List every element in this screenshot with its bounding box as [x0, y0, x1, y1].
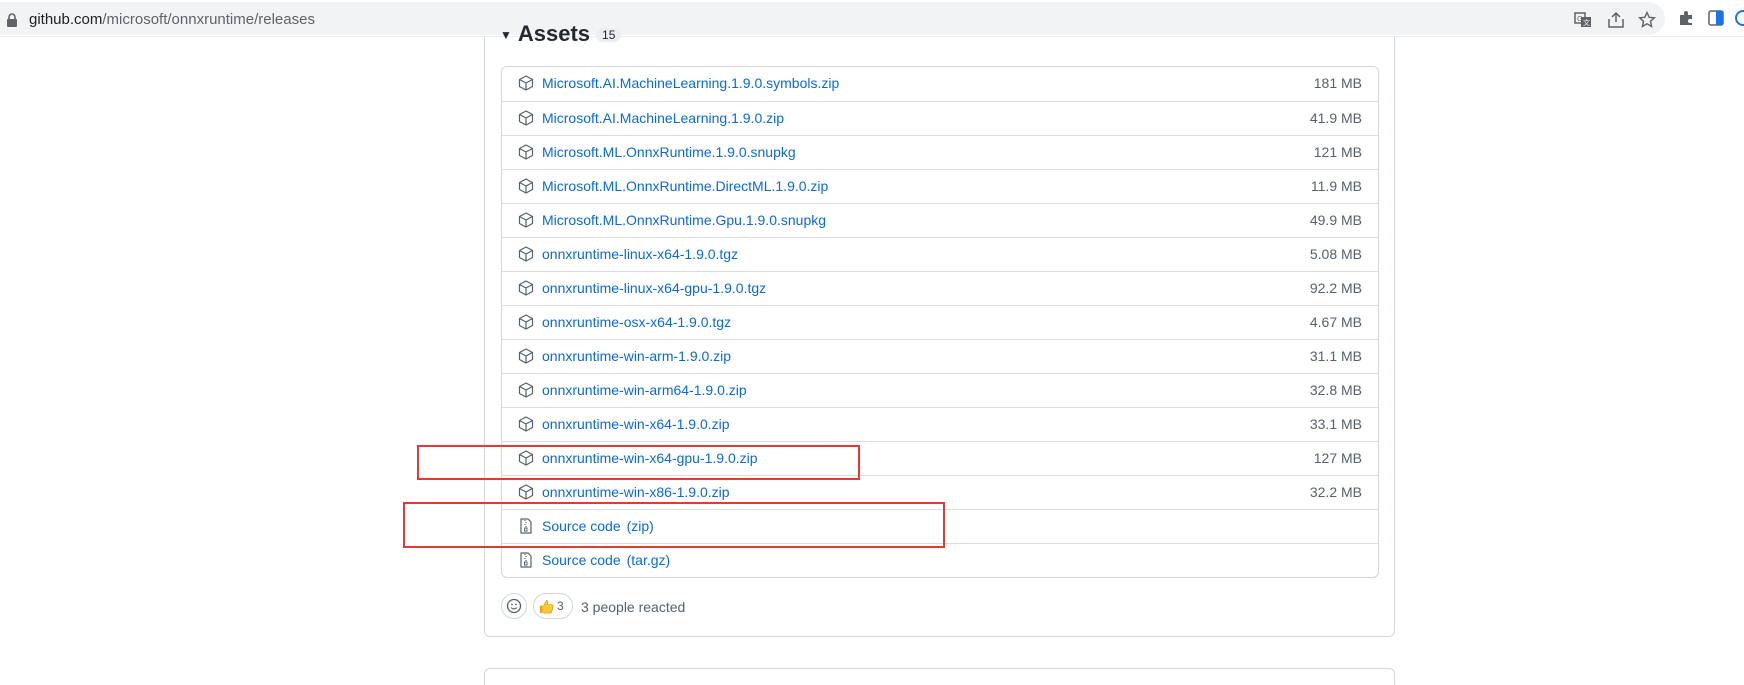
asset-size: 49.9 MB — [1309, 212, 1362, 228]
file-zip-icon — [518, 552, 534, 568]
asset-row: Microsoft.ML.OnnxRuntime.Gpu.1.9.0.snupk… — [502, 203, 1378, 237]
thumbs-up-reaction-button[interactable]: 3 — [533, 593, 573, 619]
asset-row: onnxruntime-win-arm-1.9.0.zip 31.1 MB — [502, 339, 1378, 373]
url-host: github.com — [29, 11, 103, 28]
smiley-icon — [506, 598, 522, 614]
package-icon — [518, 144, 534, 160]
bookmark-star-icon[interactable] — [1638, 11, 1656, 29]
asset-row: onnxruntime-osx-x64-1.9.0.tgz 4.67 MB — [502, 305, 1378, 339]
asset-row: Microsoft.ML.OnnxRuntime.DirectML.1.9.0.… — [502, 169, 1378, 203]
package-icon — [518, 348, 534, 364]
assets-summary[interactable]: ▼ Assets 15 — [500, 21, 622, 47]
page-root: github.com/microsoft/onnxruntime/release… — [0, 0, 1744, 685]
asset-size: 32.8 MB — [1309, 382, 1362, 398]
translate-icon[interactable]: G 文 — [1574, 11, 1592, 29]
asset-download-link[interactable]: Microsoft.ML.OnnxRuntime.DirectML.1.9.0.… — [542, 178, 828, 194]
asset-row: Microsoft.AI.MachineLearning.1.9.0.symbo… — [502, 67, 1378, 101]
asset-row: onnxruntime-win-arm64-1.9.0.zip 32.8 MB — [502, 373, 1378, 407]
asset-size: 121 MB — [1313, 144, 1362, 160]
reactions-summary: 3 people reacted — [581, 599, 686, 615]
asset-size: 31.1 MB — [1309, 348, 1362, 364]
add-reaction-button[interactable] — [501, 593, 527, 619]
asset-size: 4.67 MB — [1309, 314, 1362, 330]
caret-down-icon: ▼ — [500, 28, 512, 43]
thumbs-up-count: 3 — [557, 599, 564, 613]
package-icon — [518, 416, 534, 432]
asset-size: 41.9 MB — [1309, 110, 1362, 126]
asset-download-link[interactable]: onnxruntime-win-x86-1.9.0.zip — [542, 484, 730, 500]
extensions-icon[interactable] — [1677, 9, 1695, 27]
source-code-format: (tar.gz) — [626, 552, 671, 568]
asset-size: 92.2 MB — [1309, 280, 1362, 296]
annotation-highlight-source-zip — [403, 502, 945, 548]
assets-count-badge: 15 — [596, 28, 622, 43]
asset-download-link[interactable]: Microsoft.ML.OnnxRuntime.1.9.0.snupkg — [542, 144, 796, 160]
source-code-link[interactable]: Source code (tar.gz) — [542, 552, 670, 568]
asset-size: 11.9 MB — [1310, 178, 1362, 194]
annotation-highlight-gpu-zip — [417, 445, 860, 480]
source-code-row: Source code (tar.gz) — [502, 543, 1378, 577]
asset-download-link[interactable]: onnxruntime-linux-x64-gpu-1.9.0.tgz — [542, 280, 766, 296]
asset-download-link[interactable]: onnxruntime-osx-x64-1.9.0.tgz — [542, 314, 731, 330]
assets-heading: Assets — [517, 21, 591, 46]
svg-text:文: 文 — [1583, 18, 1590, 27]
address-bar[interactable]: github.com/microsoft/onnxruntime/release… — [0, 2, 1665, 35]
asset-row: Microsoft.ML.OnnxRuntime.1.9.0.snupkg 121… — [502, 135, 1378, 169]
asset-row: Microsoft.AI.MachineLearning.1.9.0.zip 41… — [502, 101, 1378, 135]
asset-download-link[interactable]: onnxruntime-linux-x64-1.9.0.tgz — [542, 246, 738, 262]
asset-size: 5.08 MB — [1309, 246, 1362, 262]
asset-download-link[interactable]: onnxruntime-win-arm-1.9.0.zip — [542, 348, 731, 364]
asset-download-link[interactable]: onnxruntime-win-arm64-1.9.0.zip — [542, 382, 747, 398]
source-code-label: Source code — [542, 552, 621, 568]
asset-size: 181 MB — [1313, 75, 1362, 91]
next-release-card — [484, 668, 1395, 685]
asset-download-link[interactable]: Microsoft.AI.MachineLearning.1.9.0.zip — [542, 110, 784, 126]
asset-row: onnxruntime-win-x64-1.9.0.zip 33.1 MB — [502, 407, 1378, 441]
asset-download-link[interactable]: onnxruntime-win-x64-1.9.0.zip — [542, 416, 730, 432]
asset-size: 127 MB — [1313, 450, 1362, 466]
package-icon — [518, 246, 534, 262]
url-text[interactable]: github.com/microsoft/onnxruntime/release… — [29, 11, 315, 28]
url-path: /microsoft/onnxruntime/releases — [102, 11, 315, 28]
asset-size: 32.2 MB — [1309, 484, 1362, 500]
share-icon[interactable] — [1607, 11, 1625, 29]
browser-toolbar: github.com/microsoft/onnxruntime/release… — [0, 0, 1744, 37]
asset-row: onnxruntime-linux-x64-gpu-1.9.0.tgz 92.2 … — [502, 271, 1378, 305]
package-icon — [518, 212, 534, 228]
profile-icon[interactable] — [1734, 9, 1744, 27]
package-icon — [518, 110, 534, 126]
package-icon — [518, 178, 534, 194]
sidepanel-icon[interactable] — [1707, 9, 1725, 27]
asset-download-link[interactable]: Microsoft.ML.OnnxRuntime.Gpu.1.9.0.snupk… — [542, 212, 826, 228]
asset-size: 33.1 MB — [1309, 416, 1362, 432]
svg-text:G: G — [1577, 15, 1582, 23]
package-icon — [518, 75, 534, 91]
lock-icon[interactable] — [6, 13, 18, 27]
package-icon — [518, 382, 534, 398]
thumbs-up-icon — [539, 600, 554, 614]
asset-download-link[interactable]: Microsoft.AI.MachineLearning.1.9.0.symbo… — [542, 75, 839, 91]
package-icon — [518, 484, 534, 500]
package-icon — [518, 280, 534, 296]
asset-row: onnxruntime-linux-x64-1.9.0.tgz 5.08 MB — [502, 237, 1378, 271]
package-icon — [518, 314, 534, 330]
